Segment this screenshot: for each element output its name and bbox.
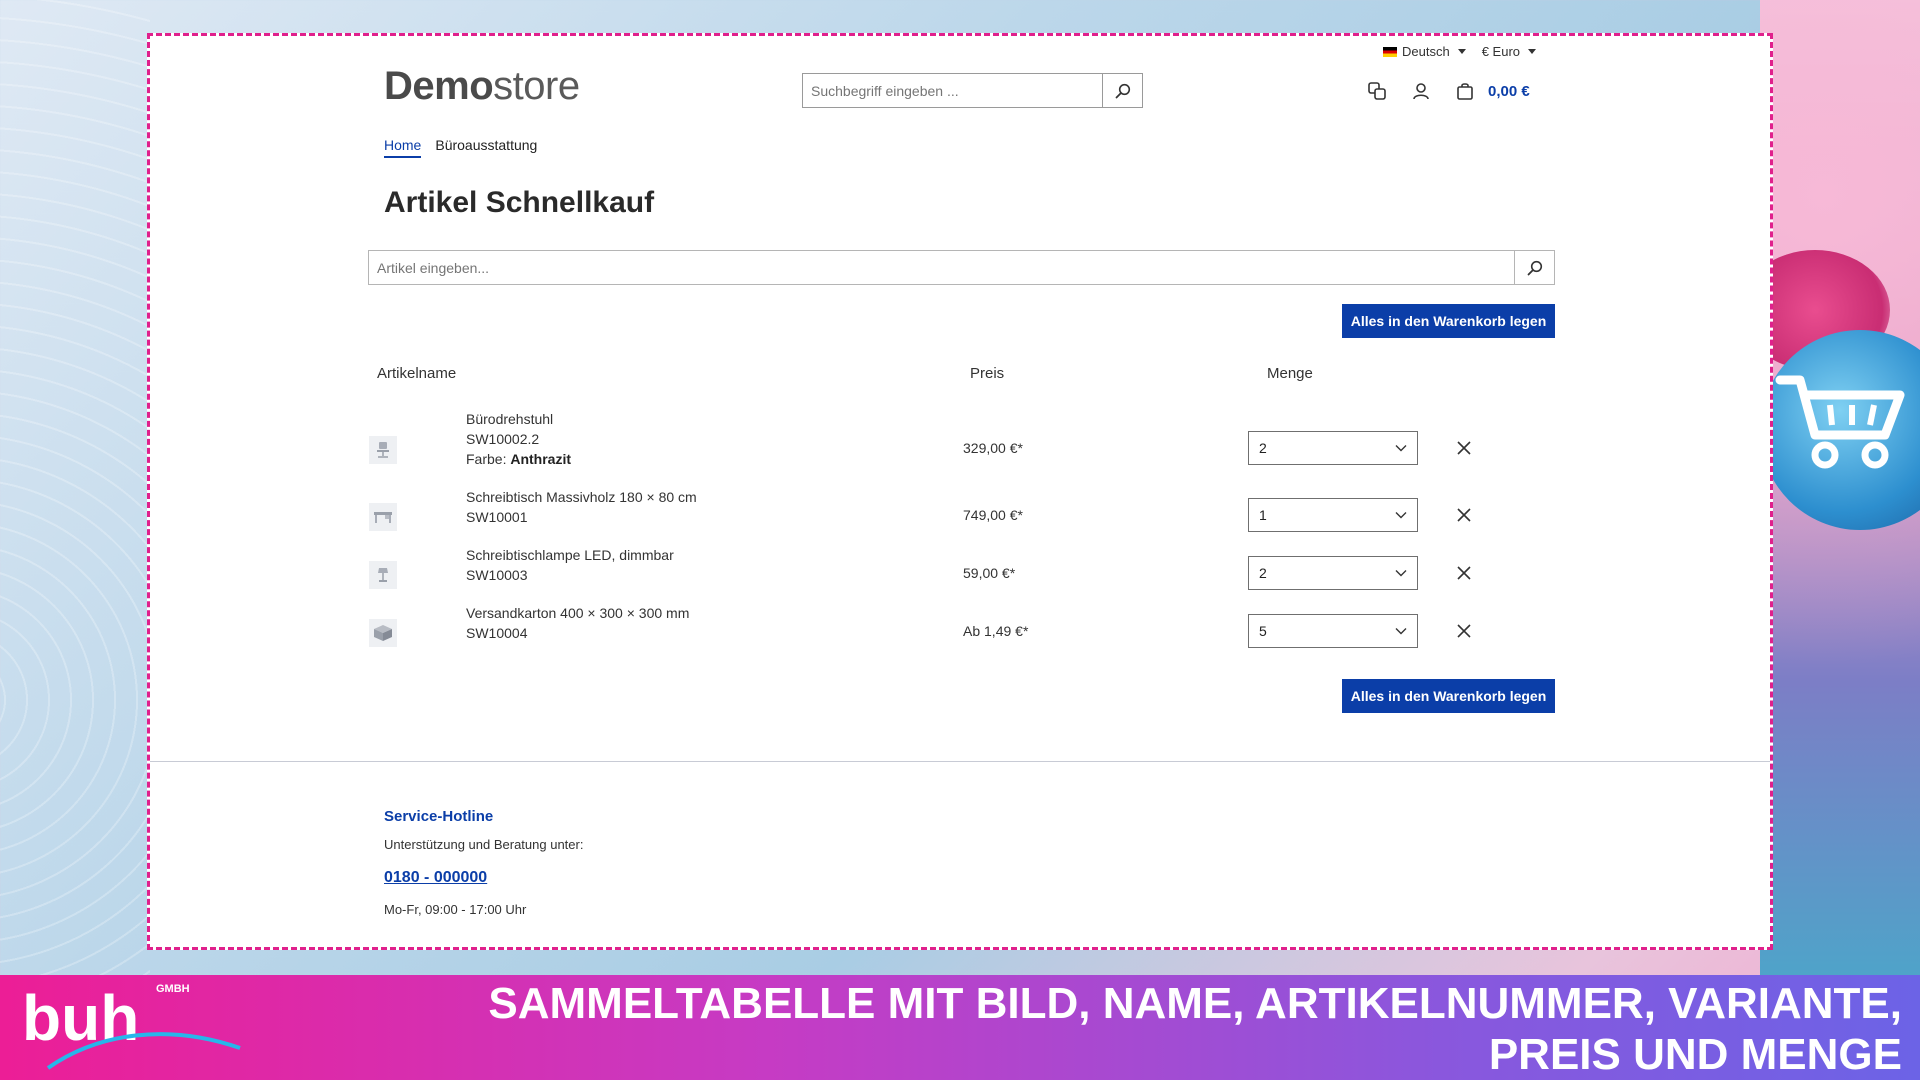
chevron-down-icon xyxy=(1395,570,1407,577)
language-select[interactable]: Deutsch xyxy=(1383,44,1466,59)
desk-icon xyxy=(374,512,392,523)
footer-phone-link[interactable]: 0180 - 000000 xyxy=(384,869,487,887)
breadcrumb-home[interactable]: Home xyxy=(384,137,422,158)
footer-hotline-text: Unterstützung und Beratung unter: xyxy=(384,837,584,852)
article-search-button[interactable] xyxy=(1514,251,1554,284)
header-actions: 0,00 € xyxy=(1366,80,1530,102)
remove-item-button[interactable] xyxy=(1453,562,1475,584)
article-search-input[interactable] xyxy=(369,251,1514,284)
logo-sub-text: GMBH xyxy=(156,983,190,995)
background-cart-icon xyxy=(1775,375,1905,469)
quantity-select[interactable]: 2 xyxy=(1248,556,1418,590)
variant-value: Anthrazit xyxy=(510,451,572,467)
compare-button[interactable] xyxy=(1366,80,1388,102)
chevron-down-icon xyxy=(1395,628,1407,635)
product-name[interactable]: Bürodrehstuhl xyxy=(466,409,571,429)
compare-icon xyxy=(1368,82,1386,100)
add-all-to-cart-button-bottom[interactable]: Alles in den Warenkorb legen xyxy=(1342,679,1555,713)
background-cart-circle xyxy=(1760,330,1920,530)
column-header-price: Preis xyxy=(970,365,1005,382)
box-icon xyxy=(374,625,392,641)
cart-button[interactable] xyxy=(1454,80,1476,102)
product-name[interactable]: Schreibtischlampe LED, dimmbar xyxy=(466,545,674,565)
close-icon xyxy=(1457,624,1471,638)
language-label: Deutsch xyxy=(1402,44,1450,59)
german-flag-icon xyxy=(1383,46,1397,57)
product-info: Schreibtisch Massivholz 180 × 80 cm SW10… xyxy=(466,487,697,527)
background-art-right xyxy=(1760,0,1920,975)
chevron-down-icon xyxy=(1395,512,1407,519)
page-title: Artikel Schnellkauf xyxy=(384,186,655,219)
logo-light-text: store xyxy=(493,64,580,108)
screenshot-frame: Deutsch € Euro Demostore Suchbegriff ein… xyxy=(147,33,1773,950)
add-all-to-cart-button[interactable]: Alles in den Warenkorb legen xyxy=(1342,304,1555,338)
column-header-name: Artikelname xyxy=(377,365,457,382)
close-icon xyxy=(1457,566,1471,580)
footer-divider xyxy=(150,761,1770,762)
user-icon xyxy=(1413,83,1429,100)
breadcrumb-category[interactable]: Büroausstattung xyxy=(435,137,537,158)
product-variant: Farbe: Anthrazit xyxy=(466,449,571,469)
quantity-value: 5 xyxy=(1259,623,1267,639)
remove-item-button[interactable] xyxy=(1453,620,1475,642)
currency-select[interactable]: € Euro xyxy=(1481,44,1537,59)
header-search-input[interactable] xyxy=(803,74,1102,107)
footer-hotline-title: Service-Hotline xyxy=(384,808,494,825)
account-button[interactable] xyxy=(1410,80,1432,102)
article-search xyxy=(368,250,1555,285)
quantity-value: 2 xyxy=(1259,440,1267,456)
store-logo[interactable]: Demostore xyxy=(384,64,580,109)
quantity-value: 1 xyxy=(1259,507,1267,523)
breadcrumb: Home Büroausstattung xyxy=(384,137,537,158)
product-price: 59,00 €* xyxy=(963,565,1016,581)
search-icon xyxy=(1527,260,1542,275)
quantity-select[interactable]: 5 xyxy=(1248,614,1418,648)
product-price: 749,00 €* xyxy=(963,507,1023,523)
product-sku: SW10002.2 xyxy=(466,431,540,447)
product-image[interactable] xyxy=(369,619,397,647)
chair-icon xyxy=(377,442,389,458)
caption-line-2: PREIS UND MENGE xyxy=(1488,1030,1902,1079)
product-name[interactable]: Versandkarton 400 × 300 × 300 mm xyxy=(466,603,689,623)
variant-label: Farbe: xyxy=(466,451,507,467)
footer-hours: Mo-Fr, 09:00 - 17:00 Uhr xyxy=(384,902,527,917)
product-info: Versandkarton 400 × 300 × 300 mm SW10004 xyxy=(466,603,689,643)
remove-item-button[interactable] xyxy=(1453,437,1475,459)
logo-bold-text: Demo xyxy=(384,64,494,108)
quantity-select[interactable]: 2 xyxy=(1248,431,1418,465)
caption-text: SAMMELTABELLE MIT BILD, NAME, ARTIKELNUM… xyxy=(402,978,1902,1080)
header-search xyxy=(802,73,1143,108)
header-search-button[interactable] xyxy=(1102,74,1142,107)
column-header-quantity: Menge xyxy=(1267,365,1313,382)
shopping-bag-icon xyxy=(1457,83,1473,100)
remove-item-button[interactable] xyxy=(1453,504,1475,526)
caret-down-icon xyxy=(1528,49,1537,54)
product-sku: SW10004 xyxy=(466,625,528,641)
product-image[interactable] xyxy=(369,503,397,531)
product-sku: SW10001 xyxy=(466,509,528,525)
chevron-down-icon xyxy=(1395,445,1407,452)
close-icon xyxy=(1457,441,1471,455)
product-image[interactable] xyxy=(369,561,397,589)
product-price: Ab 1,49 €* xyxy=(963,623,1029,639)
caret-down-icon xyxy=(1457,49,1466,54)
product-info: Bürodrehstuhl SW10002.2 Farbe: Anthrazit xyxy=(466,409,571,469)
product-name[interactable]: Schreibtisch Massivholz 180 × 80 cm xyxy=(466,487,697,507)
product-sku: SW10003 xyxy=(466,567,528,583)
lamp-icon xyxy=(378,568,388,582)
cart-total[interactable]: 0,00 € xyxy=(1488,83,1530,100)
quantity-value: 2 xyxy=(1259,565,1267,581)
logo-text: buh xyxy=(22,982,139,1054)
search-icon xyxy=(1115,83,1130,98)
product-info: Schreibtischlampe LED, dimmbar SW10003 xyxy=(466,545,674,585)
product-price: 329,00 €* xyxy=(963,440,1023,456)
background-pattern-left xyxy=(0,0,150,975)
caption-line-1: SAMMELTABELLE MIT BILD, NAME, ARTIKELNUM… xyxy=(488,979,1902,1028)
quantity-select[interactable]: 1 xyxy=(1248,498,1418,532)
close-icon xyxy=(1457,508,1471,522)
currency-label: € Euro xyxy=(1481,44,1521,59)
company-logo: buh GMBH xyxy=(22,982,241,1070)
product-image[interactable] xyxy=(369,436,397,464)
top-bar: Deutsch € Euro xyxy=(1383,44,1537,59)
